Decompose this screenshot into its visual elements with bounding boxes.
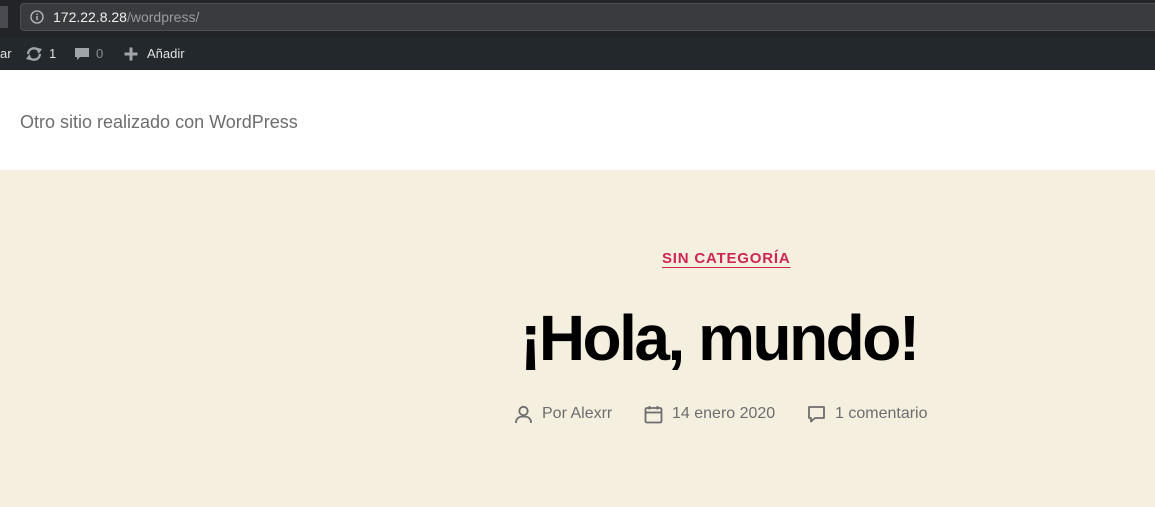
site-header: Otro sitio realizado con WordPress [0,70,1155,170]
author-icon [515,405,532,423]
info-icon[interactable] [30,10,44,24]
admin-bar-comments[interactable]: 0 [74,37,103,70]
site-description: Otro sitio realizado con WordPress [20,112,298,132]
post-date[interactable]: 14 enero 2020 [644,402,775,426]
post-author[interactable]: Por Alexrr [514,402,612,426]
comments-count: 0 [96,46,104,61]
post-comments-label: 1 comentario [835,405,928,422]
updates-icon [26,46,42,61]
admin-bar-site-link[interactable]: ar [0,37,12,70]
post-title[interactable]: ¡Hola, mundo! [520,300,940,376]
calendar-icon [644,405,663,423]
post-comments[interactable]: 1 comentario [807,402,928,426]
new-label: Añadir [147,46,185,61]
address-bar[interactable]: 172.22.8.28/wordpress/ [20,3,1155,31]
url-text[interactable]: 172.22.8.28/wordpress/ [53,9,199,26]
admin-bar-updates[interactable]: 1 [25,37,56,70]
browser-button-edge[interactable] [0,6,8,28]
category-link[interactable]: SIN CATEGORÍA [662,250,790,267]
browser-toolbar: 172.22.8.28/wordpress/ [0,0,1155,37]
admin-bar-site-label: ar [0,46,12,61]
url-path: /wordpress/ [126,9,200,25]
wp-admin-bar: ar 1 0 Añadir [0,37,1155,70]
post-header: SIN CATEGORÍA ¡Hola, mundo! Por Alexrr 1… [0,170,1155,507]
url-host: 172.22.8.28 [53,9,127,25]
post-date-label: 14 enero 2020 [672,405,776,422]
updates-count: 1 [49,46,57,61]
comments-icon [75,47,89,60]
admin-bar-new[interactable]: Añadir [123,37,185,70]
post-author-label: Por Alexrr [542,405,613,422]
plus-icon [124,47,138,60]
comment-icon [808,405,825,422]
